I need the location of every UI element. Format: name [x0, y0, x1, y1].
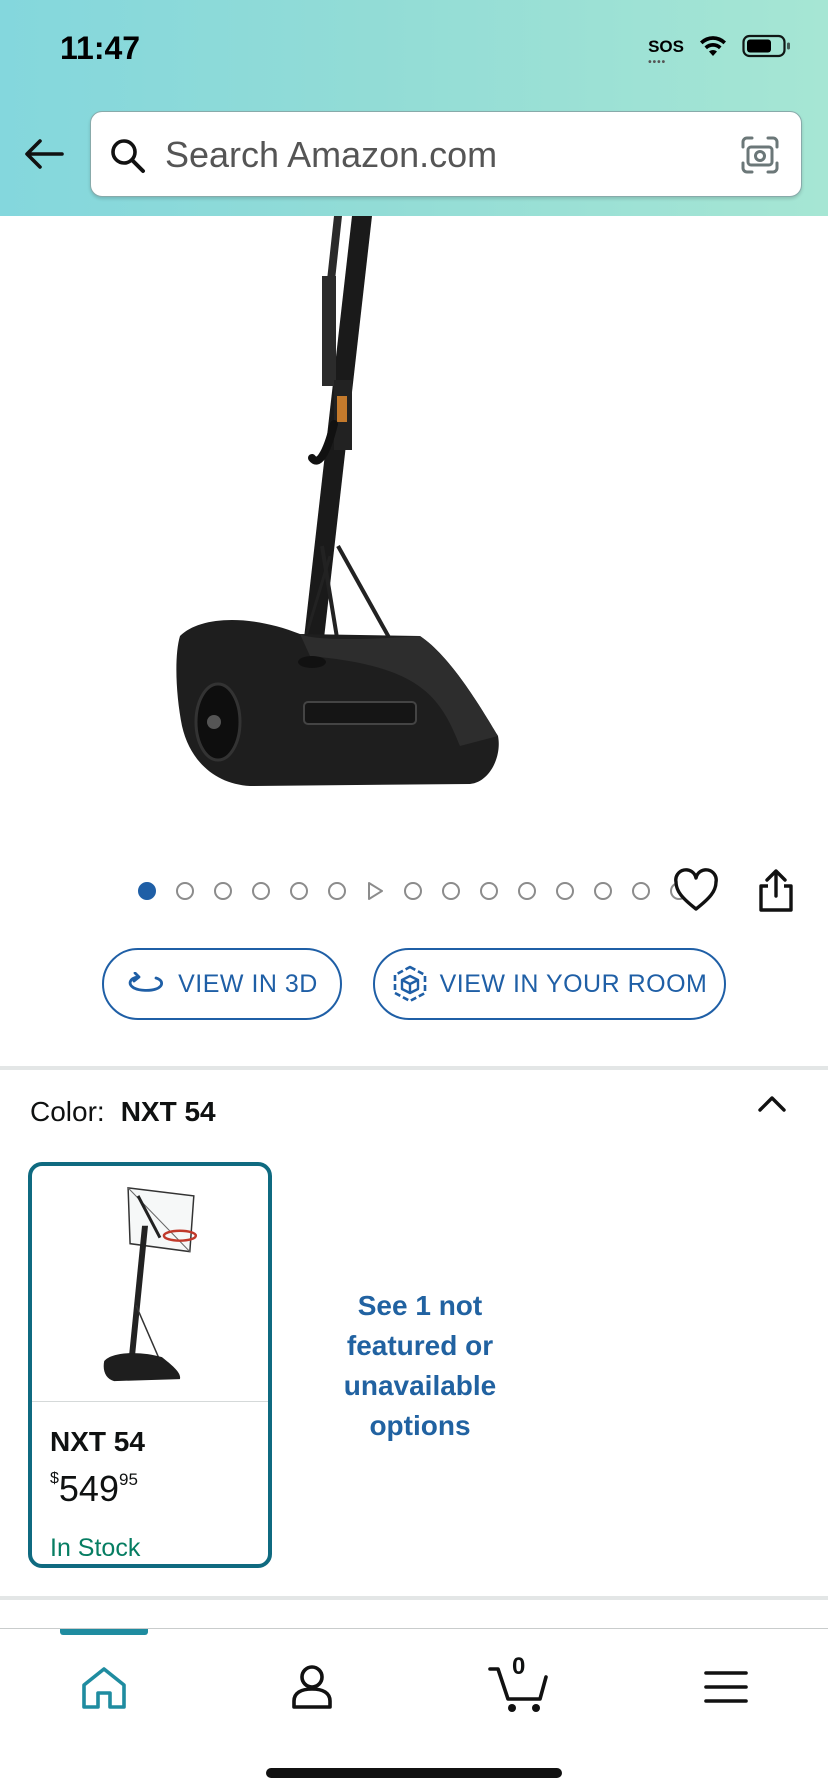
share-icon[interactable]: [756, 868, 796, 914]
back-arrow-icon[interactable]: [22, 136, 66, 172]
battery-icon: [742, 34, 790, 58]
search-icon: [111, 139, 145, 173]
ar-cube-icon: [393, 965, 426, 1003]
account-icon[interactable]: [284, 1659, 340, 1715]
search-placeholder: Search Amazon.com: [165, 134, 498, 175]
view-in-your-room-button[interactable]: VIEW IN YOUR ROOM: [373, 948, 726, 1020]
carousel-dot[interactable]: [328, 882, 346, 900]
signal-dots-icon: ••••: [648, 56, 667, 68]
section-divider: [0, 1066, 828, 1070]
status-icons: SOS ••••: [648, 34, 792, 68]
home-icon[interactable]: [76, 1659, 132, 1715]
menu-icon[interactable]: [698, 1659, 754, 1715]
carousel-dot[interactable]: [252, 882, 270, 900]
sos-label: SOS: [648, 36, 684, 56]
carousel-dot[interactable]: [290, 882, 308, 900]
view-in-your-room-label: VIEW IN YOUR ROOM: [439, 969, 708, 998]
cart-count: 0: [512, 1653, 526, 1680]
carousel-dot[interactable]: [138, 882, 156, 900]
availability-status: In Stock: [50, 1534, 141, 1562]
section-divider: [0, 1596, 828, 1600]
see-unavailable-options-link[interactable]: See 1 not featured or unavailable option…: [318, 1286, 522, 1446]
color-option-price: $54995: [50, 1468, 138, 1510]
price-whole: 549: [58, 1468, 119, 1509]
carousel-dot[interactable]: [632, 882, 650, 900]
color-option-image: [32, 1187, 268, 1402]
app-header: 11:47 SOS •••• Search Amazon.com: [0, 0, 828, 216]
price-fraction: 95: [118, 1470, 138, 1489]
color-option-nxt-54[interactable]: NXT 54 $54995 In Stock: [28, 1162, 272, 1568]
sos-indicator: SOS ••••: [648, 36, 684, 68]
carousel-dot[interactable]: [594, 882, 612, 900]
color-label: Color: NXT 54: [30, 1096, 216, 1128]
price-currency: $: [50, 1470, 59, 1487]
carousel-dot[interactable]: [556, 882, 574, 900]
carousel-dot[interactable]: [480, 882, 498, 900]
view-in-3d-label: VIEW IN 3D: [178, 969, 318, 998]
heart-icon[interactable]: [672, 868, 720, 914]
status-time: 11:47: [60, 30, 141, 66]
color-selected-value: NXT 54: [120, 1096, 216, 1127]
carousel-dot[interactable]: [442, 882, 460, 900]
color-option-name: NXT 54: [50, 1426, 145, 1457]
nav-active-indicator: [60, 1629, 148, 1635]
wifi-icon: [700, 36, 726, 56]
chevron-up-icon[interactable]: [756, 1092, 788, 1116]
product-image[interactable]: [0, 216, 828, 836]
color-key: Color:: [30, 1096, 105, 1127]
home-indicator[interactable]: [266, 1768, 562, 1778]
carousel-dot[interactable]: [176, 882, 194, 900]
camera-search-icon[interactable]: [739, 134, 781, 176]
carousel-dot[interactable]: [214, 882, 232, 900]
view-in-3d-button[interactable]: VIEW IN 3D: [102, 948, 342, 1020]
rotate-3d-icon: [128, 972, 164, 992]
carousel-dot[interactable]: [404, 882, 422, 900]
video-play-icon[interactable]: [366, 881, 384, 901]
cart-button[interactable]: 0: [488, 1653, 552, 1715]
search-input[interactable]: Search Amazon.com: [90, 111, 802, 197]
carousel-dot[interactable]: [518, 882, 536, 900]
